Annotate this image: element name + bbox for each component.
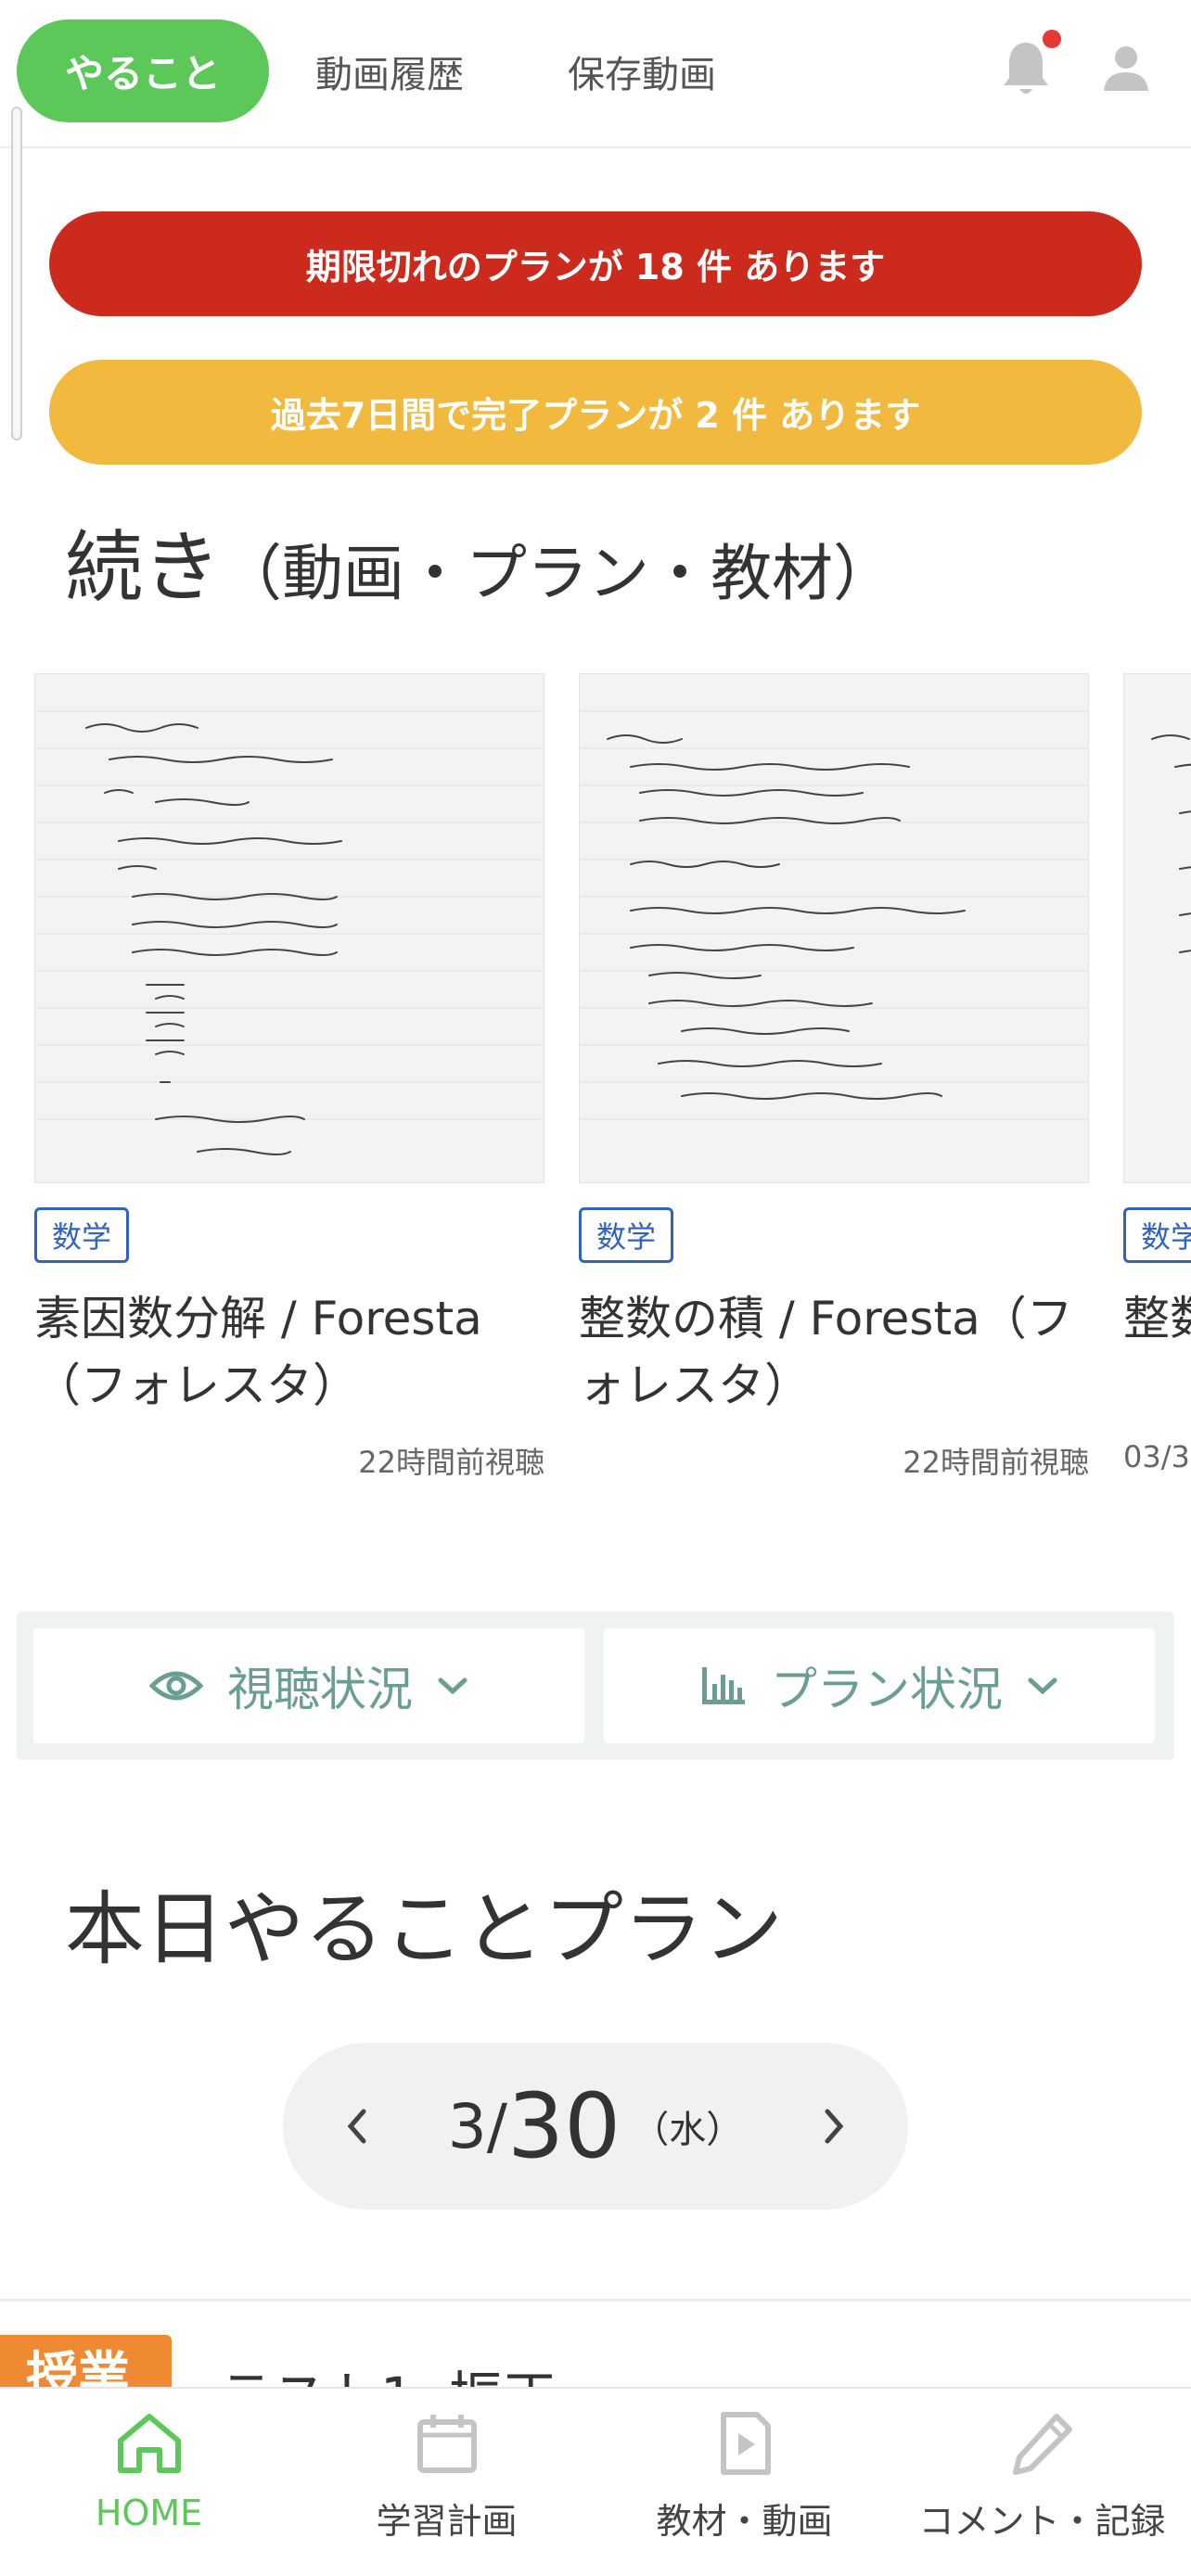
nav-home-label: HOME <box>95 2493 203 2533</box>
today-plan-title: 本日やることプラン <box>65 1883 783 1976</box>
chevron-left-icon <box>347 2109 366 2144</box>
nav-home[interactable]: HOME <box>0 2389 298 2576</box>
watch-status-label: 視聴状況 <box>227 1663 413 1716</box>
chevron-down-icon <box>1028 1677 1057 1695</box>
eye-icon <box>149 1671 203 1701</box>
card-title[interactable]: 素因数分解 / Foresta（フォレスタ） <box>34 1285 554 1419</box>
watch-status-button[interactable]: 視聴状況 <box>33 1628 584 1743</box>
user-icon[interactable] <box>1100 37 1152 102</box>
nav-comments-label: コメント・記録 <box>918 2501 1166 2542</box>
card-thumbnail[interactable] <box>579 673 1089 1183</box>
handwritten-notes-image <box>35 710 544 1155</box>
continue-title: 続き <box>65 522 222 613</box>
tab-saved-videos[interactable]: 保存動画 <box>568 19 716 122</box>
nav-materials-label: 教材・動画 <box>656 2501 833 2542</box>
calendar-icon <box>416 2415 477 2473</box>
notification-dot <box>1043 30 1061 48</box>
date-selector: 3/30 （水） <box>283 2043 908 2210</box>
completed-plans-banner[interactable]: 過去7日間で完了プランが 2 件 あります <box>49 360 1142 465</box>
card-watched-time: 03/3 <box>1123 1439 1190 1474</box>
card-thumbnail[interactable] <box>34 673 544 1183</box>
handwritten-notes-image <box>1151 734 1191 953</box>
continue-section-title: 続き（動画・プラン・教材） <box>65 505 894 618</box>
previous-date-button[interactable] <box>329 2089 385 2163</box>
subject-tag: 数学 <box>579 1207 674 1263</box>
date-weekday: （水） <box>632 2109 744 2151</box>
continue-card[interactable]: 数学 整数 03/3 <box>1123 673 1191 1474</box>
nav-comments[interactable]: コメント・記録 <box>893 2389 1191 2576</box>
bar-chart-icon <box>702 1667 745 1704</box>
home-icon <box>117 2414 181 2473</box>
top-tab-bar: やること 動画履歴 保存動画 <box>0 0 1191 148</box>
date-separator: / <box>486 2090 508 2162</box>
handwritten-notes-image <box>580 710 1088 1120</box>
plan-status-label: プラン状況 <box>771 1663 1003 1716</box>
card-watched-time: 22時間前視聴 <box>903 1445 1089 1480</box>
section-divider <box>0 2299 1191 2302</box>
subject-tag: 数学 <box>1123 1207 1191 1263</box>
video-file-icon <box>720 2412 771 2475</box>
tab-todo[interactable]: やること <box>17 19 269 122</box>
continue-carousel[interactable]: 数学 素因数分解 / Foresta（フォレスタ） 22時間前視聴 数学 整数の… <box>0 673 1191 1489</box>
nav-study-plan[interactable]: 学習計画 <box>298 2389 596 2576</box>
pencil-icon <box>1012 2414 1072 2475</box>
bell-icon[interactable] <box>1000 37 1052 102</box>
card-watched-time: 22時間前視聴 <box>358 1445 544 1480</box>
subject-tag: 数学 <box>34 1207 130 1263</box>
date-day: 30 <box>507 2074 621 2178</box>
card-thumbnail[interactable] <box>1123 673 1191 1183</box>
chevron-down-icon <box>438 1677 467 1695</box>
continue-subtitle: （動画・プラン・教材） <box>221 538 895 609</box>
date-month: 3 <box>447 2090 487 2162</box>
bottom-navigation: HOME 学習計画 教材・動画 コメント・記録 <box>0 2387 1191 2576</box>
scrollbar[interactable] <box>11 107 22 440</box>
tab-video-history[interactable]: 動画履歴 <box>315 19 464 122</box>
continue-card[interactable]: 数学 素因数分解 / Foresta（フォレスタ） 22時間前視聴 <box>34 673 544 1480</box>
status-toggle-bar: 視聴状況 プラン状況 <box>17 1612 1174 1760</box>
card-title[interactable]: 整数 <box>1123 1285 1191 1352</box>
nav-study-plan-label: 学習計画 <box>376 2501 518 2542</box>
continue-card[interactable]: 数学 整数の積 / Foresta（フォレスタ） 22時間前視聴 <box>579 673 1089 1480</box>
next-date-button[interactable] <box>806 2089 862 2163</box>
chevron-right-icon <box>825 2109 844 2144</box>
plan-status-button[interactable]: プラン状況 <box>604 1628 1155 1743</box>
expired-plans-banner[interactable]: 期限切れのプランが 18 件 あります <box>49 211 1142 316</box>
nav-materials[interactable]: 教材・動画 <box>596 2389 893 2576</box>
card-title[interactable]: 整数の積 / Foresta（フォレスタ） <box>579 1285 1098 1419</box>
